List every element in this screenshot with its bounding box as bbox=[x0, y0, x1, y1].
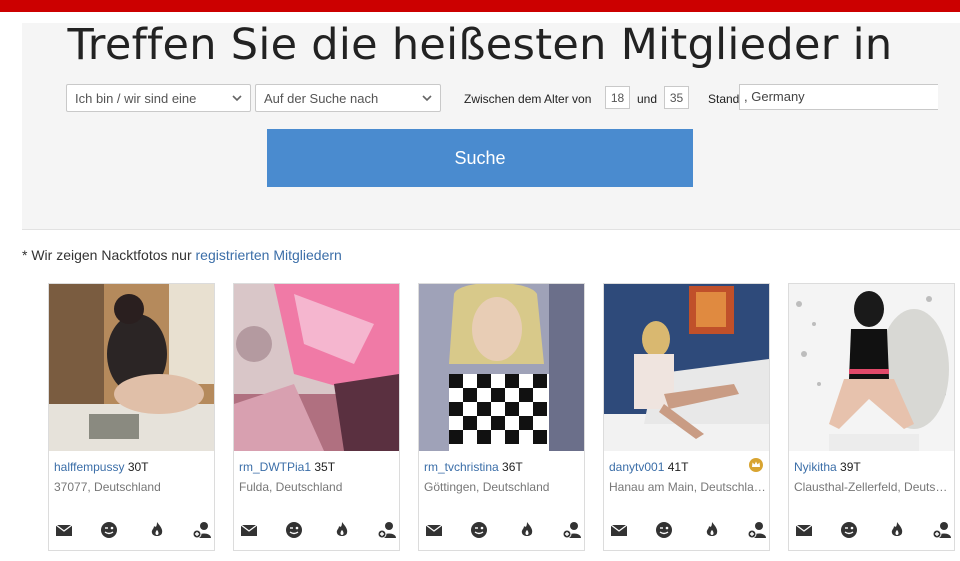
member-card[interactable]: rm_DWTPia1 35T Fulda, Deutschland bbox=[233, 283, 400, 551]
seeking-select-value: Auf der Suche nach bbox=[264, 91, 379, 106]
member-location: Fulda, Deutschland bbox=[239, 480, 343, 494]
member-name-line: danytv001 41T bbox=[609, 460, 688, 474]
wink-icon[interactable] bbox=[839, 520, 859, 540]
gender-select-value: Ich bin / wir sind eine bbox=[75, 91, 197, 106]
member-card[interactable]: halffempussy 30T 37077, Deutschland bbox=[48, 283, 215, 551]
member-username[interactable]: Nyikitha bbox=[794, 460, 837, 474]
flame-icon[interactable] bbox=[147, 520, 167, 540]
wink-icon[interactable] bbox=[99, 520, 119, 540]
flame-icon[interactable] bbox=[702, 520, 722, 540]
add-friend-icon[interactable] bbox=[747, 520, 767, 540]
age-min-input[interactable]: 18 bbox=[605, 86, 630, 109]
message-icon[interactable] bbox=[424, 520, 444, 540]
flame-icon[interactable] bbox=[332, 520, 352, 540]
seeking-select[interactable]: Auf der Suche nach bbox=[255, 84, 441, 112]
top-accent-bar bbox=[0, 0, 960, 12]
member-username[interactable]: danytv001 bbox=[609, 460, 664, 474]
flame-icon[interactable] bbox=[887, 520, 907, 540]
member-card[interactable]: Nyikitha 39T Clausthal-Zellerfeld, Deuts… bbox=[788, 283, 955, 551]
add-friend-icon[interactable] bbox=[562, 520, 582, 540]
member-age: 36T bbox=[502, 460, 523, 474]
member-age: 39T bbox=[840, 460, 861, 474]
add-friend-icon[interactable] bbox=[192, 520, 212, 540]
location-input[interactable]: , Germany bbox=[739, 84, 938, 110]
member-photo[interactable] bbox=[789, 284, 954, 451]
member-location: Hanau am Main, Deutschland bbox=[609, 480, 767, 494]
age-range-label: Zwischen dem Alter von bbox=[464, 92, 592, 106]
member-location: 37077, Deutschland bbox=[54, 480, 161, 494]
member-photo[interactable] bbox=[419, 284, 584, 451]
registered-members-link[interactable]: registrierten Mitgliedern bbox=[196, 247, 342, 263]
member-age: 35T bbox=[314, 460, 336, 474]
message-icon[interactable] bbox=[239, 520, 259, 540]
nude-photo-notice: * Wir zeigen Nacktfotos nur registrierte… bbox=[22, 247, 342, 263]
member-actions bbox=[604, 520, 769, 540]
member-location: Göttingen, Deutschland bbox=[424, 480, 550, 494]
chevron-down-icon bbox=[232, 95, 242, 102]
age-max-input[interactable]: 35 bbox=[664, 86, 689, 109]
member-photo[interactable] bbox=[234, 284, 399, 451]
member-name-line: halffempussy 30T bbox=[54, 460, 149, 474]
flame-icon[interactable] bbox=[517, 520, 537, 540]
add-friend-icon[interactable] bbox=[377, 520, 397, 540]
member-name-line: Nyikitha 39T bbox=[794, 460, 861, 474]
member-age: 30T bbox=[127, 460, 149, 474]
add-friend-icon[interactable] bbox=[932, 520, 952, 540]
member-actions bbox=[789, 520, 954, 540]
member-age: 41T bbox=[667, 460, 689, 474]
member-location: Clausthal-Zellerfeld, Deutschland bbox=[794, 480, 952, 494]
member-username[interactable]: halffempussy bbox=[54, 460, 124, 474]
chevron-down-icon bbox=[422, 95, 432, 102]
gender-select[interactable]: Ich bin / wir sind eine bbox=[66, 84, 251, 112]
page-headline: Treffen Sie die heißesten Mitglieder in bbox=[67, 20, 893, 70]
member-photo[interactable] bbox=[49, 284, 214, 451]
message-icon[interactable] bbox=[794, 520, 814, 540]
age-and-label: und bbox=[637, 92, 658, 106]
member-actions bbox=[49, 520, 214, 540]
member-photo[interactable] bbox=[604, 284, 769, 451]
member-name-line: rm_DWTPia1 35T bbox=[239, 460, 335, 474]
member-username[interactable]: rm_tvchristina bbox=[424, 460, 499, 474]
wink-icon[interactable] bbox=[654, 520, 674, 540]
member-card[interactable]: rm_tvchristina 36T Göttingen, Deutschlan… bbox=[418, 283, 585, 551]
member-actions bbox=[234, 520, 399, 540]
member-name-line: rm_tvchristina 36T bbox=[424, 460, 523, 474]
member-card[interactable]: danytv001 41T Hanau am Main, Deutschland bbox=[603, 283, 770, 551]
search-button[interactable]: Suche bbox=[267, 129, 693, 187]
message-icon[interactable] bbox=[609, 520, 629, 540]
notice-text: * Wir zeigen Nacktfotos nur bbox=[22, 247, 196, 263]
member-username[interactable]: rm_DWTPia1 bbox=[239, 460, 311, 474]
wink-icon[interactable] bbox=[284, 520, 304, 540]
crown-icon bbox=[749, 458, 763, 472]
wink-icon[interactable] bbox=[469, 520, 489, 540]
member-actions bbox=[419, 520, 584, 540]
message-icon[interactable] bbox=[54, 520, 74, 540]
